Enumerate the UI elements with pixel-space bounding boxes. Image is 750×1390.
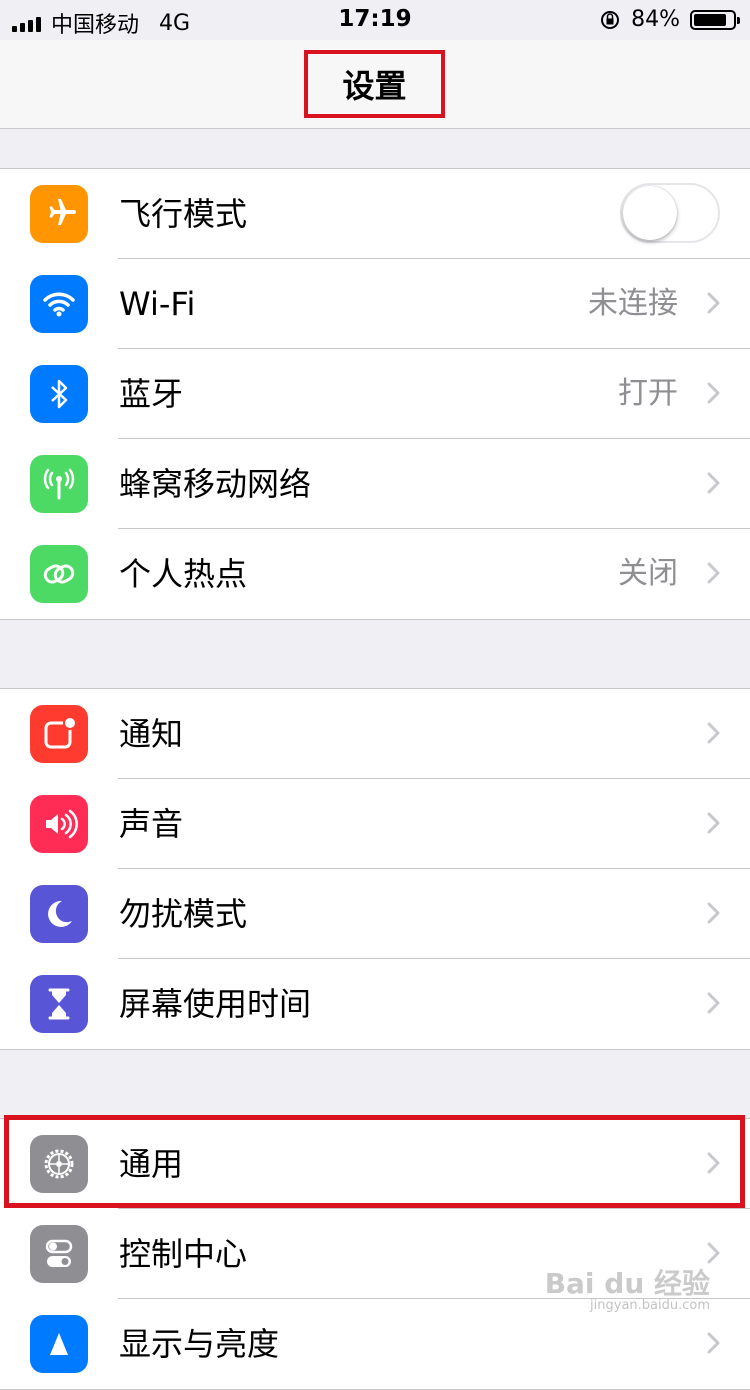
gear-icon xyxy=(30,1135,88,1193)
page-title: 设置 xyxy=(304,50,445,118)
settings-row[interactable]: 屏幕使用时间 xyxy=(0,959,750,1049)
chevron-right-icon xyxy=(707,562,720,584)
row-detail: 打开 xyxy=(618,376,678,411)
settings-row[interactable]: 通知 xyxy=(0,689,750,779)
notification-icon xyxy=(30,705,88,763)
settings-row[interactable]: 个人热点 关闭 xyxy=(0,529,750,619)
row-label: 声音 xyxy=(119,805,184,843)
chevron-right-icon xyxy=(707,1152,720,1174)
settings-row[interactable]: 蜂窝移动网络 xyxy=(0,439,750,529)
chevron-right-icon xyxy=(707,722,720,744)
watermark-url: jingyan.baidu.com xyxy=(590,1298,710,1313)
battery-percent: 84% xyxy=(631,7,680,32)
chevron-right-icon xyxy=(707,812,720,834)
settings-row[interactable]: 通用 xyxy=(0,1119,750,1209)
battery-icon xyxy=(690,9,740,30)
chevron-right-icon xyxy=(707,992,720,1014)
row-label: 蓝牙 xyxy=(119,375,184,413)
settings-row[interactable]: 声音 xyxy=(0,779,750,869)
settings-row[interactable]: 蓝牙 打开 xyxy=(0,349,750,439)
status-bar: 中国移动 4G 17:19 84% xyxy=(0,0,750,40)
row-label: 个人热点 xyxy=(119,555,248,593)
row-label: 勿扰模式 xyxy=(119,895,248,933)
chevron-right-icon xyxy=(707,1332,720,1354)
switches-icon xyxy=(30,1225,88,1283)
chevron-right-icon xyxy=(707,1242,720,1264)
speaker-icon xyxy=(30,795,88,853)
row-detail: 未连接 xyxy=(588,286,678,321)
row-label: 飞行模式 xyxy=(119,195,248,233)
bluetooth-icon xyxy=(30,365,88,423)
toggle-knob xyxy=(623,186,677,240)
chevron-right-icon xyxy=(707,382,720,404)
navigation-bar: 设置 xyxy=(0,40,750,129)
settings-group-general: 通用控制中心显示与亮度 xyxy=(0,1118,750,1390)
chevron-right-icon xyxy=(707,472,720,494)
settings-row[interactable]: 飞行模式 xyxy=(0,169,750,259)
chevron-right-icon xyxy=(707,902,720,924)
hourglass-icon xyxy=(30,975,88,1033)
settings-group-notifications: 通知声音勿扰模式屏幕使用时间 xyxy=(0,688,750,1050)
antenna-icon xyxy=(30,455,88,513)
row-label: 显示与亮度 xyxy=(119,1325,280,1363)
row-label: 屏幕使用时间 xyxy=(119,985,312,1023)
settings-group-connectivity: 飞行模式 Wi-Fi 未连接蓝牙 打开蜂窝移动网络 个人热点 关闭 xyxy=(0,168,750,620)
watermark-logo: Bai du 经验 xyxy=(544,1267,710,1300)
hotspot-icon xyxy=(30,545,88,603)
row-label: Wi-Fi xyxy=(119,285,196,323)
row-label: 控制中心 xyxy=(119,1235,248,1273)
airplane-icon xyxy=(30,185,88,243)
wifi-icon xyxy=(30,275,88,333)
row-label: 通知 xyxy=(119,715,184,753)
chevron-right-icon xyxy=(707,292,720,314)
row-label: 通用 xyxy=(119,1145,184,1183)
settings-row[interactable]: Wi-Fi 未连接 xyxy=(0,259,750,349)
moon-icon xyxy=(30,885,88,943)
brightness-icon xyxy=(30,1315,88,1373)
rotation-lock-icon xyxy=(601,10,620,29)
row-label: 蜂窝移动网络 xyxy=(119,465,312,503)
settings-row[interactable]: 勿扰模式 xyxy=(0,869,750,959)
airplane-mode-toggle[interactable] xyxy=(620,183,720,243)
row-detail: 关闭 xyxy=(618,556,678,591)
